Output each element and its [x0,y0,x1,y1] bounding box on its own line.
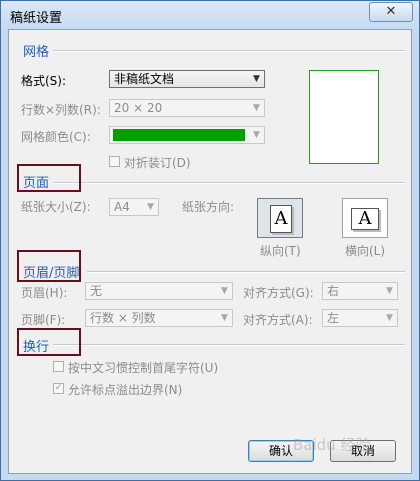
fold-checkbox[interactable] [109,156,120,167]
grid-color-select[interactable]: ▼ [109,126,265,144]
chevron-down-icon: ▼ [386,286,393,296]
footer-label: 页脚(F): [21,313,66,327]
chevron-down-icon: ▼ [253,103,260,113]
landscape-button[interactable]: A [342,198,388,238]
chevron-down-icon: ▼ [221,313,228,323]
paper-size-label: 纸张大小(Z): [21,200,91,214]
section-title-grid: 网格 [23,45,50,60]
header-select[interactable]: 无 ▼ [85,282,233,300]
watermark: Baidu 经验 [293,436,371,454]
punctuation-overflow-label: 允许标点溢出边界(N) [68,383,183,397]
portrait-label: 纵向(T) [260,244,301,258]
highlight-box-wrap [17,328,81,356]
chinese-line-break-label: 按中文习惯控制首尾字符(U) [68,361,219,375]
punctuation-overflow-checkbox[interactable]: ✓ [53,383,64,394]
rows-cols-label: 行数×列数(R): [21,103,101,117]
chevron-down-icon: ▼ [253,74,260,84]
orientation-label: 纸张方向: [182,200,235,214]
header-label: 页眉(H): [21,286,68,300]
header-align-label: 对齐方式(G): [243,286,314,300]
section-divider [87,271,405,273]
grid-color-label: 网格颜色(C): [21,130,91,144]
grid-preview [309,70,379,164]
highlight-box-header-footer [17,250,81,282]
close-button[interactable]: ✕ [369,2,413,22]
chevron-down-icon: ▼ [147,202,154,212]
dialog-title: 稿纸设置 [10,11,63,26]
footer-align-label: 对齐方式(A): [243,313,313,327]
portrait-page-icon: A [270,205,292,233]
portrait-button[interactable]: A [257,198,303,238]
footer-select-value: 行数 × 列数 [90,311,156,325]
section-divider [53,182,405,184]
fold-label: 对折装订(D) [124,156,191,170]
rows-cols-select[interactable]: 20 × 20 ▼ [109,99,265,117]
dialog-body: 网格 格式(S): 非稿纸文档 ▼ 行数×列数(R): 20 × 20 ▼ 网格… [8,29,412,474]
highlight-box-page [17,164,81,192]
paper-size-select[interactable]: A4 ▼ [109,198,159,216]
grid-color-swatch [113,129,245,141]
footer-select[interactable]: 行数 × 列数 ▼ [85,309,233,327]
section-divider [53,344,405,346]
paper-size-select-value: A4 [114,200,130,214]
chinese-line-break-checkbox[interactable] [53,361,64,372]
chevron-down-icon: ▼ [386,313,393,323]
landscape-page-icon: A [351,208,379,230]
rows-cols-select-value: 20 × 20 [114,101,163,115]
format-select-value: 非稿纸文档 [114,72,175,86]
section-divider [53,50,405,52]
landscape-label: 横向(L) [345,244,386,258]
title-bar[interactable]: 稿纸设置 ✕ [1,1,419,29]
page-setup-dialog: 稿纸设置 ✕ 网格 格式(S): 非稿纸文档 ▼ 行数×列数(R): 20 × … [0,0,420,481]
footer-align-select[interactable]: 左 ▼ [322,309,398,327]
header-align-select-value: 右 [327,284,340,298]
header-align-select[interactable]: 右 ▼ [322,282,398,300]
header-select-value: 无 [90,284,103,298]
chevron-down-icon: ▼ [253,130,260,140]
chevron-down-icon: ▼ [221,286,228,296]
footer-align-select-value: 左 [327,311,340,325]
format-select[interactable]: 非稿纸文档 ▼ [109,70,265,88]
format-label: 格式(S): [21,74,67,88]
